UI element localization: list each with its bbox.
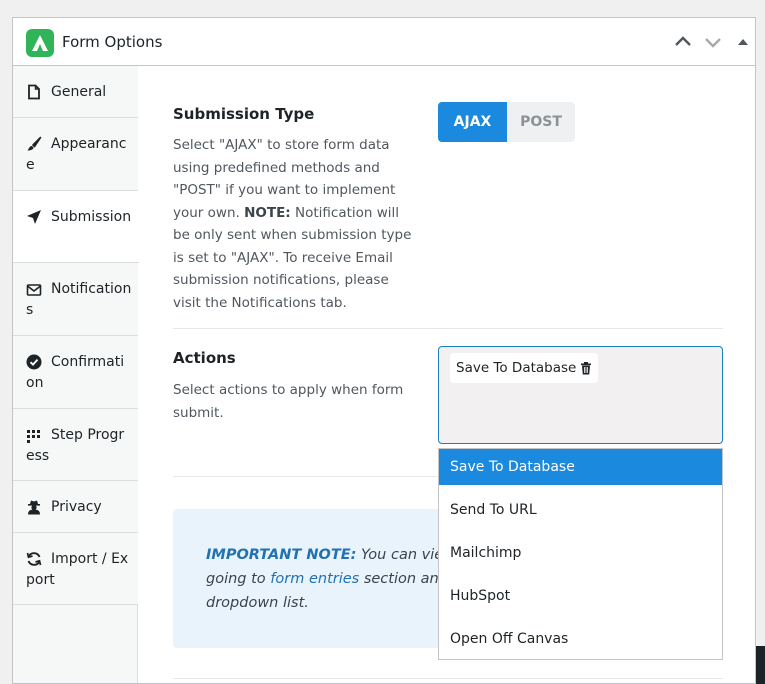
sidebar: General Appearance Submission Notificati… [13, 66, 139, 683]
tab-appearance[interactable]: Appearance [13, 118, 138, 191]
note-label: IMPORTANT NOTE: [206, 547, 357, 563]
option-hubspot[interactable]: HubSpot [439, 578, 722, 614]
ajax-button[interactable]: AJAX [438, 102, 507, 142]
actions-description: Select actions to apply when form submit… [173, 382, 404, 421]
option-send-to-url[interactable]: Send To URL [439, 492, 722, 528]
actions-dropdown: Save To Database Send To URL Mailchimp H… [438, 448, 723, 660]
trash-icon[interactable] [580, 361, 592, 375]
submission-type-description: Select "AJAX" to store form data using p… [173, 137, 412, 311]
tab-step-progress[interactable]: Step Progress [13, 409, 138, 481]
tab-privacy[interactable]: Privacy [13, 481, 138, 533]
submission-type-title: Submission Type [173, 105, 315, 123]
option-mailchimp[interactable]: Mailchimp [439, 535, 722, 571]
selected-action-chip: Save To Database [450, 353, 599, 383]
triangle-up-icon[interactable] [732, 31, 754, 53]
section-divider [173, 678, 723, 679]
tab-confirmation[interactable]: Confirmation [13, 336, 138, 409]
panel-title: Form Options [62, 33, 163, 51]
option-save-to-database[interactable]: Save To Database [439, 449, 722, 485]
tab-general[interactable]: General [13, 66, 138, 118]
option-open-off-canvas[interactable]: Open Off Canvas [439, 621, 722, 657]
form-entries-link[interactable]: form entries [270, 571, 359, 587]
section-divider [173, 328, 723, 329]
chevron-down-icon[interactable] [702, 31, 724, 53]
actions-title: Actions [173, 349, 236, 367]
submission-type-toggle: AJAX POST [438, 102, 575, 142]
actions-multiselect[interactable]: Save To Database [438, 346, 723, 444]
post-button[interactable]: POST [507, 102, 575, 142]
chevron-up-icon[interactable] [672, 31, 694, 53]
tab-notifications[interactable]: Notifications [13, 263, 138, 336]
panel-header: Form Options [13, 18, 755, 66]
edge-strip [756, 646, 765, 684]
plugin-logo-icon [26, 29, 54, 57]
tab-submission[interactable]: Submission [13, 191, 139, 263]
tab-import-export[interactable]: Import / Export [13, 533, 138, 605]
